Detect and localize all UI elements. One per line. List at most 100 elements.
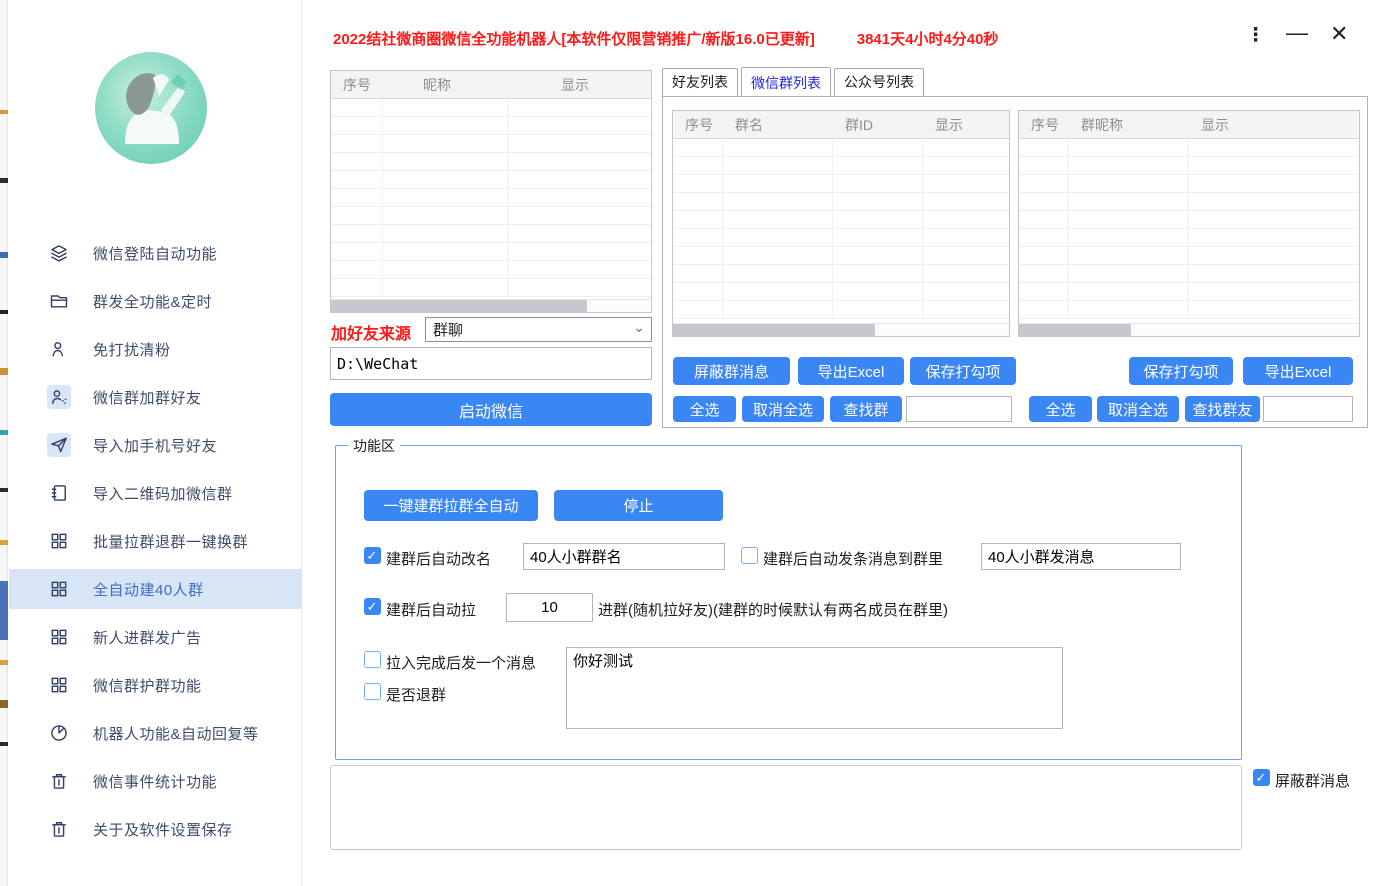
scrollbar-thumb[interactable]: [331, 300, 587, 312]
log-output-box[interactable]: [330, 765, 1242, 850]
tab-official-account-list[interactable]: 公众号列表: [834, 68, 924, 96]
export-excel-button[interactable]: 导出Excel: [798, 357, 904, 385]
table-row[interactable]: [331, 279, 651, 297]
table-row[interactable]: [331, 117, 651, 135]
save-checked-button[interactable]: 保存打勾项: [910, 357, 1016, 385]
table-row[interactable]: [673, 193, 1009, 211]
table-row[interactable]: [331, 153, 651, 171]
tab-friend-list[interactable]: 好友列表: [662, 68, 738, 96]
table-cell: [1069, 283, 1189, 301]
sidebar-item-group-protect[interactable]: 微信群护群功能: [9, 665, 302, 705]
pull-message-textarea[interactable]: 你好测试: [566, 647, 1063, 729]
table-row[interactable]: [1019, 211, 1359, 229]
table-row[interactable]: [673, 139, 1009, 157]
horizontal-scrollbar[interactable]: [1019, 323, 1359, 336]
table-row[interactable]: [673, 229, 1009, 247]
find-member-button[interactable]: 查找群友: [1185, 396, 1260, 422]
find-member-input[interactable]: [1263, 396, 1353, 422]
msg-after-pull-checkbox[interactable]: [364, 651, 381, 668]
grid-icon: [47, 625, 71, 649]
rename-checkbox[interactable]: [364, 547, 381, 564]
find-group-input[interactable]: [906, 396, 1012, 422]
table-row[interactable]: [331, 243, 651, 261]
table-row[interactable]: [331, 261, 651, 279]
auto-pull-checkbox[interactable]: [364, 598, 381, 615]
close-icon[interactable]: ✕: [1330, 21, 1348, 47]
table-cell: [923, 265, 1009, 283]
sidebar-item-batch-pull-quit[interactable]: 批量拉群退群一键换群: [9, 521, 302, 561]
table-row[interactable]: [1019, 301, 1359, 319]
sidebar-item-newcomer-ads[interactable]: 新人进群发广告: [9, 617, 302, 657]
quit-group-label: 是否退群: [386, 684, 446, 705]
scrollbar-thumb[interactable]: [1019, 324, 1131, 336]
table-cell: [923, 283, 1009, 301]
member-select-all-button[interactable]: 全选: [1029, 396, 1092, 422]
table-cell: [331, 135, 383, 153]
horizontal-scrollbar[interactable]: [331, 299, 651, 312]
table-row[interactable]: [331, 171, 651, 189]
table-row[interactable]: [1019, 283, 1359, 301]
table-cell: [673, 211, 723, 229]
find-group-button[interactable]: 查找群: [830, 396, 902, 422]
group-message-input[interactable]: [981, 543, 1181, 570]
sidebar-item-clean-fans[interactable]: 免打扰清粉: [9, 329, 302, 369]
unselect-all-button[interactable]: 取消全选: [742, 396, 824, 422]
menu-dots-icon[interactable]: ⋮: [1246, 24, 1265, 47]
group-name-input[interactable]: [523, 543, 725, 570]
table-row[interactable]: [331, 225, 651, 243]
sidebar-item-wechat-login[interactable]: 微信登陆自动功能: [9, 233, 302, 273]
friend-source-select[interactable]: 群聊 ⌄: [425, 317, 652, 342]
sidebar-item-mass-send[interactable]: 群发全功能&定时: [9, 281, 302, 321]
sidebar-item-event-stats[interactable]: 微信事件统计功能: [9, 761, 302, 801]
scrollbar-thumb[interactable]: [673, 324, 875, 336]
table-row[interactable]: [673, 247, 1009, 265]
table-row[interactable]: [673, 157, 1009, 175]
tab-wechat-group-list[interactable]: 微信群列表: [741, 67, 831, 97]
footer-block-msg-checkbox[interactable]: [1253, 769, 1270, 786]
desktop-edge-fragment: [0, 488, 8, 492]
sidebar-item-robot-autoreply[interactable]: 机器人功能&自动回复等: [9, 713, 302, 753]
wechat-path-input[interactable]: [330, 347, 652, 380]
sidebar-item-auto-build-40-group[interactable]: 全自动建40人群: [9, 569, 302, 609]
column-header: 群ID: [833, 115, 923, 135]
horizontal-scrollbar[interactable]: [673, 323, 1009, 336]
table-row[interactable]: [1019, 175, 1359, 193]
table-row[interactable]: [673, 175, 1009, 193]
table-row[interactable]: [673, 283, 1009, 301]
table-row[interactable]: [331, 135, 651, 153]
table-row[interactable]: [1019, 247, 1359, 265]
table-row[interactable]: [673, 301, 1009, 319]
start-wechat-button[interactable]: 启动微信: [330, 393, 652, 426]
table-row[interactable]: [331, 99, 651, 117]
minimize-icon[interactable]: —: [1286, 20, 1308, 46]
block-group-msg-button[interactable]: 屏蔽群消息: [673, 357, 790, 385]
member-export-excel-button[interactable]: 导出Excel: [1243, 357, 1353, 385]
sidebar-menu: 微信登陆自动功能 群发全功能&定时 免打扰清粉 微信群加群好友: [9, 233, 302, 857]
table-row[interactable]: [1019, 139, 1359, 157]
group-list-panel: 序号 群名 群ID 显示 序号 群昵称 显示 屏蔽群消息 导出Excel 保存打…: [662, 96, 1368, 428]
table-row[interactable]: [1019, 157, 1359, 175]
table-row[interactable]: [673, 211, 1009, 229]
table-row[interactable]: [1019, 229, 1359, 247]
sidebar-item-import-phone-friends[interactable]: 导入加手机号好友: [9, 425, 302, 465]
table-cell: [509, 171, 651, 189]
member-save-checked-button[interactable]: 保存打勾项: [1129, 357, 1233, 385]
send-after-create-checkbox[interactable]: [741, 547, 758, 564]
quit-group-checkbox[interactable]: [364, 683, 381, 700]
sidebar-item-add-group-friends[interactable]: 微信群加群好友: [9, 377, 302, 417]
table-row[interactable]: [1019, 193, 1359, 211]
table-row[interactable]: [331, 207, 651, 225]
select-all-button[interactable]: 全选: [673, 396, 736, 422]
table-cell: [1069, 193, 1189, 211]
table-row[interactable]: [1019, 265, 1359, 283]
pull-count-input[interactable]: [506, 593, 593, 622]
sidebar-item-about-settings[interactable]: 关于及软件设置保存: [9, 809, 302, 849]
sidebar-item-import-qrcode-groups[interactable]: 导入二维码加微信群: [9, 473, 302, 513]
member-unselect-all-button[interactable]: 取消全选: [1097, 396, 1179, 422]
stop-button[interactable]: 停止: [554, 490, 723, 521]
table-cell: [1189, 157, 1359, 175]
table-row[interactable]: [673, 265, 1009, 283]
table-cell: [833, 229, 923, 247]
auto-build-group-button[interactable]: 一键建群拉群全自动: [364, 490, 538, 521]
table-row[interactable]: [331, 189, 651, 207]
